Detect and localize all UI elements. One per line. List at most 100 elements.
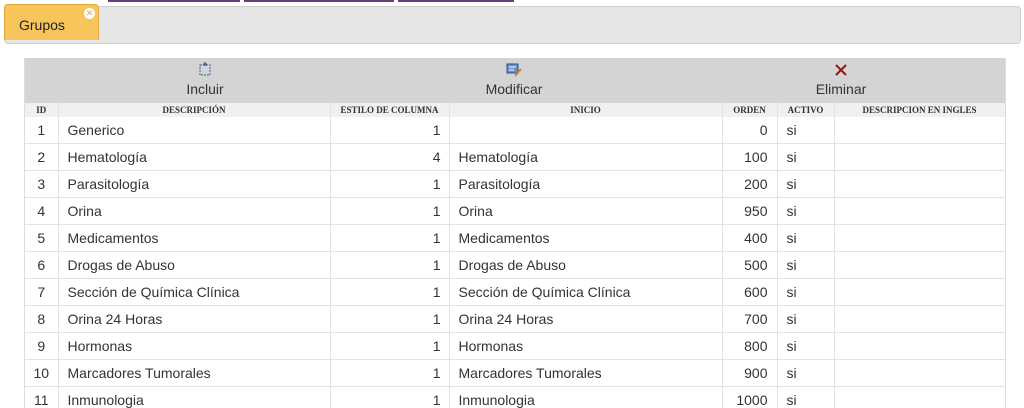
cell-id: 4 [25,197,59,225]
cell-orden: 950 [722,197,778,225]
table-row[interactable]: 10 Marcadores Tumorales 1 Marcadores Tum… [25,359,1005,387]
table-header-row: ID DESCRIPCIÓN ESTILO DE COLUMNA INICIO … [25,103,1005,117]
cell-ingles [834,197,1005,225]
cell-activo: si [777,305,835,333]
cell-inicio: Marcadores Tumorales [449,359,723,387]
cell-inicio [449,117,723,144]
cell-estilo: 1 [330,197,450,225]
cell-descripcion: Orina [58,197,331,225]
modificar-label: Modificar [485,81,543,97]
cell-activo: si [777,278,835,306]
cell-ingles [834,224,1005,252]
cell-estilo: 1 [330,359,450,387]
cell-ingles [834,386,1005,408]
cell-estilo: 1 [330,251,450,279]
close-icon[interactable]: ✕ [84,8,95,19]
edit-icon [506,63,522,77]
cell-orden: 1000 [722,386,778,408]
cell-estilo: 1 [330,117,450,144]
groups-grid: Incluir Modificar Eliminar ID DESCRIPCIÓ… [24,58,1006,408]
tab-bar [4,6,1021,44]
cell-estilo: 1 [330,305,450,333]
cell-inicio: Inmunologia [449,386,723,408]
table-row[interactable]: 9 Hormonas 1 Hormonas 800 si [25,332,1005,360]
cell-activo: si [777,197,835,225]
incluir-label: Incluir [186,81,224,97]
cell-id: 8 [25,305,59,333]
cell-inicio: Orina [449,197,723,225]
column-header-estilo[interactable]: ESTILO DE COLUMNA [330,103,450,117]
column-header-activo[interactable]: ACTIVO [777,103,835,117]
cell-orden: 0 [722,117,778,144]
cell-descripcion: Inmunologia [58,386,331,408]
table-row[interactable]: 3 Parasitología 1 Parasitología 200 si [25,170,1005,198]
cell-estilo: 1 [330,332,450,360]
cell-descripcion: Orina 24 Horas [58,305,331,333]
table-row[interactable]: 2 Hematología 4 Hematología 100 si [25,143,1005,171]
incluir-button[interactable]: Incluir [170,62,240,97]
cell-id: 9 [25,332,59,360]
cell-id: 5 [25,224,59,252]
modificar-button[interactable]: Modificar [474,62,554,97]
cell-orden: 500 [722,251,778,279]
cell-inicio: Sección de Química Clínica [449,278,723,306]
cell-descripcion: Drogas de Abuso [58,251,331,279]
groups-table: ID DESCRIPCIÓN ESTILO DE COLUMNA INICIO … [25,103,1005,408]
cell-orden: 800 [722,332,778,360]
column-header-ingles[interactable]: DESCRIPCION EN INGLES [834,103,1005,117]
cell-activo: si [777,332,835,360]
table-row[interactable]: 8 Orina 24 Horas 1 Orina 24 Horas 700 si [25,305,1005,333]
cell-activo: si [777,117,835,144]
column-header-orden[interactable]: ORDEN [722,103,778,117]
cell-ingles [834,170,1005,198]
cell-orden: 600 [722,278,778,306]
cell-id: 10 [25,359,59,387]
cell-estilo: 1 [330,278,450,306]
tab-label: Grupos [19,17,65,33]
cell-descripcion: Hematología [58,143,331,171]
table-row[interactable]: 6 Drogas de Abuso 1 Drogas de Abuso 500 … [25,251,1005,279]
column-header-descripcion[interactable]: DESCRIPCIÓN [58,103,331,117]
delete-icon [835,64,847,76]
cell-estilo: 1 [330,224,450,252]
cell-ingles [834,117,1005,144]
cell-id: 7 [25,278,59,306]
eliminar-label: Eliminar [815,81,867,97]
table-row[interactable]: 1 Generico 1 0 si [25,117,1005,144]
cell-descripcion: Marcadores Tumorales [58,359,331,387]
table-row[interactable]: 5 Medicamentos 1 Medicamentos 400 si [25,224,1005,252]
cell-descripcion: Parasitología [58,170,331,198]
top-accent-strip [0,0,1024,3]
cell-activo: si [777,170,835,198]
table-row[interactable]: 11 Inmunologia 1 Inmunologia 1000 si [25,386,1005,408]
cell-inicio: Drogas de Abuso [449,251,723,279]
cell-activo: si [777,359,835,387]
cell-inicio: Parasitología [449,170,723,198]
column-header-inicio[interactable]: INICIO [449,103,723,117]
cell-id: 6 [25,251,59,279]
tab-grupos[interactable]: Grupos ✕ [4,4,99,40]
table-row[interactable]: 7 Sección de Química Clínica 1 Sección d… [25,278,1005,306]
table-row[interactable]: 4 Orina 1 Orina 950 si [25,197,1005,225]
cell-orden: 100 [722,143,778,171]
cell-orden: 900 [722,359,778,387]
cell-descripcion: Generico [58,117,331,144]
cell-ingles [834,305,1005,333]
cell-activo: si [777,251,835,279]
cell-activo: si [777,386,835,408]
cell-activo: si [777,143,835,171]
cell-estilo: 4 [330,143,450,171]
cell-ingles [834,143,1005,171]
cell-orden: 200 [722,170,778,198]
cell-id: 2 [25,143,59,171]
cell-activo: si [777,224,835,252]
cell-estilo: 1 [330,386,450,408]
cell-estilo: 1 [330,170,450,198]
eliminar-button[interactable]: Eliminar [806,62,876,97]
cell-id: 1 [25,117,59,144]
add-icon [199,62,211,76]
column-header-id[interactable]: ID [25,103,59,117]
cell-inicio: Hematología [449,143,723,171]
cell-id: 11 [25,386,59,408]
cell-ingles [834,359,1005,387]
